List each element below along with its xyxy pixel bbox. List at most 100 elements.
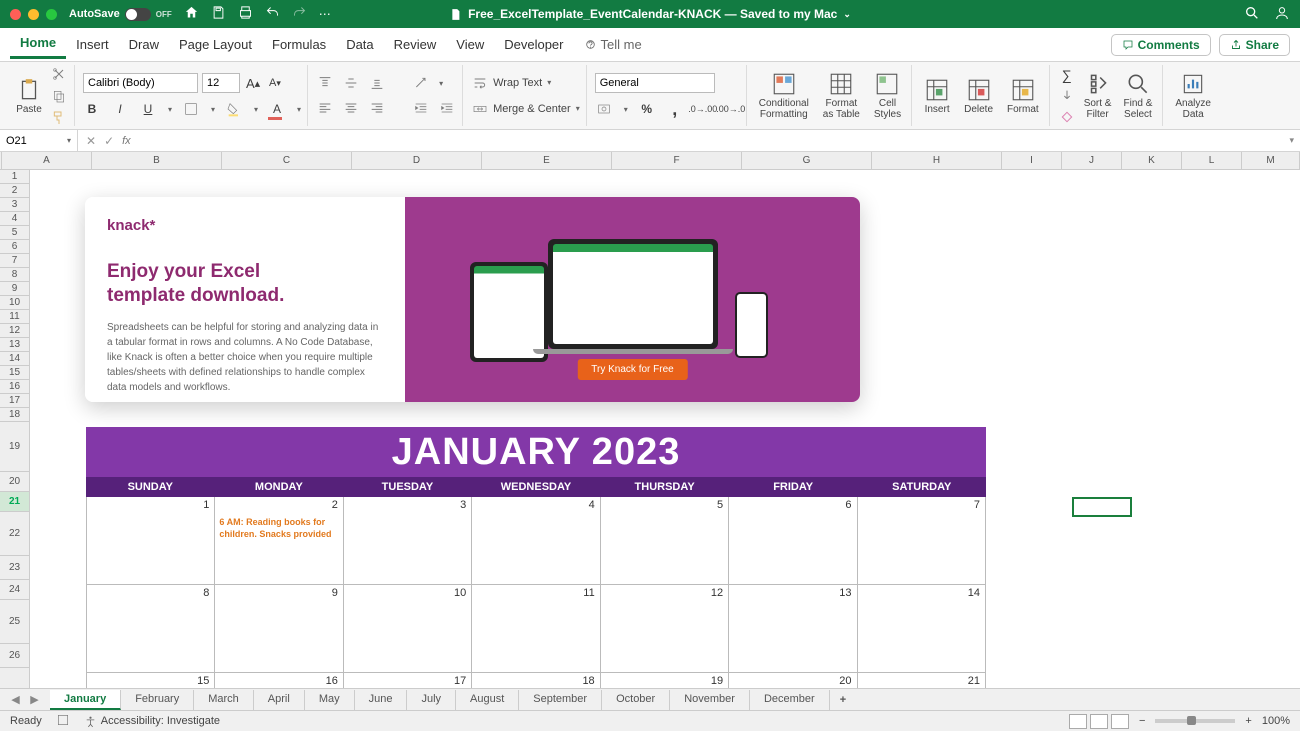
bold-icon[interactable]: B	[83, 100, 101, 118]
normal-view-icon[interactable]	[1069, 714, 1087, 729]
tab-developer[interactable]: Developer	[494, 33, 573, 56]
calendar-cell[interactable]: 8	[86, 585, 215, 673]
sheet-prev-icon[interactable]: ◀	[11, 693, 19, 706]
sheet-tab-november[interactable]: November	[670, 690, 750, 710]
calendar-cell[interactable]: 26 AM: Reading books for children. Snack…	[215, 497, 343, 585]
sheet-tab-january[interactable]: January	[50, 690, 121, 710]
search-icon[interactable]	[1244, 5, 1260, 24]
sheet-tab-september[interactable]: September	[519, 690, 602, 710]
page-break-view-icon[interactable]	[1111, 714, 1129, 729]
name-box[interactable]: O21 ▾	[0, 130, 78, 151]
align-left-icon[interactable]	[316, 99, 334, 117]
decrease-indent-icon[interactable]	[412, 99, 430, 117]
row-header-8[interactable]: 8	[0, 268, 29, 282]
align-center-icon[interactable]	[342, 99, 360, 117]
tab-data[interactable]: Data	[336, 33, 383, 56]
zoom-in-icon[interactable]: +	[1245, 715, 1251, 727]
find-select-button[interactable]: Find & Select	[1119, 69, 1156, 122]
row-header-19[interactable]: 19	[0, 422, 29, 472]
col-header-B[interactable]: B	[92, 152, 222, 169]
sheet-tab-february[interactable]: February	[121, 690, 194, 710]
account-icon[interactable]	[1274, 5, 1290, 24]
font-select[interactable]	[83, 73, 198, 93]
increase-indent-icon[interactable]	[438, 99, 456, 117]
col-header-C[interactable]: C	[222, 152, 352, 169]
row-header-20[interactable]: 20	[0, 472, 29, 492]
underline-icon[interactable]: U	[139, 100, 157, 118]
insert-cells-button[interactable]: Insert	[920, 75, 954, 117]
borders-icon[interactable]	[182, 100, 200, 118]
toggle-icon[interactable]	[125, 8, 151, 21]
autosave-toggle[interactable]: AutoSave OFF	[69, 8, 172, 21]
font-color-icon[interactable]: A	[268, 100, 286, 118]
sheet-tab-october[interactable]: October	[602, 690, 670, 710]
try-knack-button[interactable]: Try Knack for Free	[577, 359, 687, 380]
orientation-icon[interactable]	[412, 74, 430, 92]
col-header-G[interactable]: G	[742, 152, 872, 169]
row-header-18[interactable]: 18	[0, 408, 29, 422]
calendar-cell[interactable]: 7	[858, 497, 986, 585]
decrease-decimal-icon[interactable]: .00→.0	[722, 100, 740, 118]
calendar-cell[interactable]: 11	[472, 585, 600, 673]
fx-icon[interactable]: fx	[122, 135, 131, 147]
delete-cells-button[interactable]: Delete	[960, 75, 997, 117]
undo-icon[interactable]	[265, 5, 280, 23]
font-size-select[interactable]	[202, 73, 240, 93]
col-header-D[interactable]: D	[352, 152, 482, 169]
col-header-F[interactable]: F	[612, 152, 742, 169]
minimize-window-icon[interactable]	[28, 9, 39, 20]
tab-home[interactable]: Home	[10, 31, 66, 59]
calendar-cell[interactable]: 18	[472, 673, 600, 688]
fill-color-icon[interactable]	[225, 100, 243, 118]
paste-button[interactable]: Paste	[12, 75, 46, 117]
enter-formula-icon[interactable]: ✓	[104, 134, 114, 148]
italic-icon[interactable]: I	[111, 100, 129, 118]
row-header-24[interactable]: 24	[0, 580, 29, 600]
col-header-E[interactable]: E	[482, 152, 612, 169]
sheet-tab-december[interactable]: December	[750, 690, 830, 710]
redo-icon[interactable]	[292, 5, 307, 23]
sheet-tab-april[interactable]: April	[254, 690, 305, 710]
comma-icon[interactable]: ,	[666, 100, 684, 118]
row-header-21[interactable]: 21	[0, 492, 29, 512]
calendar-cell[interactable]: 12	[601, 585, 729, 673]
merge-center-button[interactable]: Merge & Center▾	[471, 100, 580, 118]
increase-decimal-icon[interactable]: .0→.00	[694, 100, 712, 118]
format-painter-icon[interactable]	[50, 109, 68, 127]
add-sheet-button[interactable]: +	[830, 691, 856, 709]
row-header-23[interactable]: 23	[0, 556, 29, 580]
calendar-cell[interactable]: 19	[601, 673, 729, 688]
cell-styles-button[interactable]: Cell Styles	[870, 69, 905, 122]
cancel-formula-icon[interactable]: ✕	[86, 134, 96, 148]
calendar-cell[interactable]: 13	[729, 585, 857, 673]
calendar-cell[interactable]: 1	[86, 497, 215, 585]
close-window-icon[interactable]	[10, 9, 21, 20]
row-header-7[interactable]: 7	[0, 254, 29, 268]
row-header-9[interactable]: 9	[0, 282, 29, 296]
row-header-17[interactable]: 17	[0, 394, 29, 408]
calendar-cell[interactable]: 5	[601, 497, 729, 585]
format-cells-button[interactable]: Format	[1003, 75, 1043, 117]
calendar-cell[interactable]: 16	[215, 673, 343, 688]
save-icon[interactable]	[211, 5, 226, 23]
row-header-15[interactable]: 15	[0, 366, 29, 380]
fill-icon[interactable]	[1058, 87, 1076, 105]
col-header-K[interactable]: K	[1122, 152, 1182, 169]
home-icon[interactable]	[184, 5, 199, 23]
autosum-icon[interactable]: ∑	[1058, 66, 1076, 84]
comments-button[interactable]: Comments	[1111, 34, 1211, 56]
copy-icon[interactable]	[50, 87, 68, 105]
tab-insert[interactable]: Insert	[66, 33, 119, 56]
col-header-M[interactable]: M	[1242, 152, 1300, 169]
wrap-text-button[interactable]: Wrap Text▾	[471, 74, 580, 92]
tell-me[interactable]: Tell me	[574, 33, 652, 56]
document-title[interactable]: Free_ExcelTemplate_EventCalendar-KNACK —…	[449, 7, 851, 21]
calendar-cell[interactable]: 3	[344, 497, 472, 585]
format-as-table-button[interactable]: Format as Table	[819, 69, 864, 122]
row-header-25[interactable]: 25	[0, 600, 29, 644]
sheet-tab-june[interactable]: June	[355, 690, 408, 710]
maximize-window-icon[interactable]	[46, 9, 57, 20]
col-header-I[interactable]: I	[1002, 152, 1062, 169]
accessibility-status[interactable]: Accessibility: Investigate	[84, 715, 220, 728]
sheet-next-icon[interactable]: ▶	[30, 693, 38, 706]
